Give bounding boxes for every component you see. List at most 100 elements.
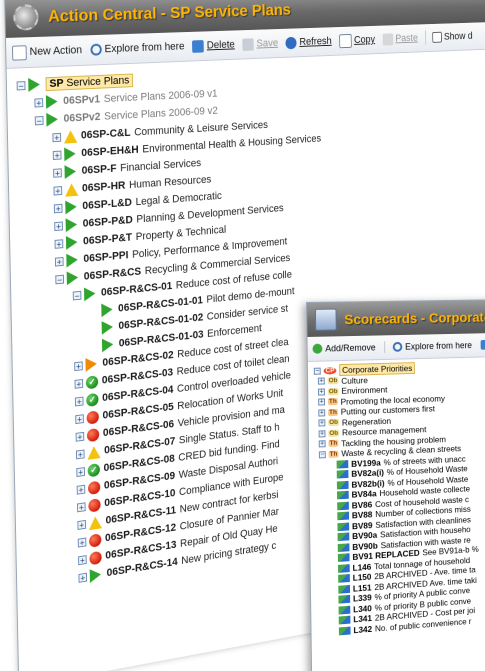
expand-icon[interactable]: + [317,377,325,385]
green-flag-icon [64,146,76,162]
theme-icon: Th [328,408,338,416]
checkbox-icon [432,31,442,43]
plan-code: 06SPv2 [63,111,101,125]
expand-icon[interactable]: + [75,413,84,424]
refresh-button[interactable]: Refresh [285,35,332,49]
collapse-icon[interactable]: − [313,367,321,375]
expand-icon[interactable]: + [75,448,85,460]
tree-root-selected[interactable]: SP Service Plans [45,73,134,92]
collapse-icon[interactable]: − [318,450,326,459]
objective-icon: Ob [327,387,339,396]
expand-icon[interactable]: + [74,396,84,407]
collapse-icon[interactable]: − [55,274,65,285]
add-remove-button[interactable]: Add/Remove [312,342,376,354]
expand-icon[interactable]: + [77,536,87,548]
expand-icon[interactable]: + [54,256,64,267]
new-action-button[interactable]: New Action [11,43,82,61]
expand-icon[interactable]: + [77,501,86,513]
performance-indicator-icon [338,584,351,594]
green-flag-icon [65,199,77,215]
green-flag-icon [66,270,79,286]
explore-button[interactable]: Explore from here [90,41,185,56]
scorecard-root-label[interactable]: Corporate Priorities [339,362,416,377]
warning-triangle-icon [63,129,78,144]
green-flag-icon [101,319,114,335]
scorecards-title-bar[interactable]: Scorecards - Corporate Pri [306,299,485,337]
toolbar-separator [384,341,386,354]
collapse-icon[interactable]: − [72,290,82,301]
expand-icon[interactable]: + [76,466,85,477]
performance-indicator-icon [337,501,349,511]
refresh-icon [480,339,485,350]
scorecard-explore-button[interactable]: Explore from here [392,340,472,352]
performance-indicator-icon [336,480,349,490]
green-flag-icon [45,94,58,109]
expand-icon[interactable]: + [78,572,88,583]
expand-icon[interactable]: + [318,429,326,438]
paste-icon [382,32,393,46]
performance-indicator-icon [337,532,350,542]
red-status-icon [88,532,102,548]
magnifier-icon [392,341,403,352]
check-status-icon: ✓ [85,374,99,389]
expand-icon[interactable]: + [54,238,64,249]
expand-icon[interactable]: + [34,97,44,108]
check-status-icon: ✓ [86,392,99,407]
expand-icon[interactable]: + [318,440,326,448]
expand-icon[interactable]: + [78,554,87,565]
red-status-icon [86,409,99,425]
expand-icon[interactable]: + [318,398,326,406]
expand-icon[interactable]: + [318,409,326,417]
scorecard-label: Culture [341,374,368,386]
performance-indicator-icon [337,543,350,552]
expand-icon[interactable]: + [54,221,63,231]
performance-indicator-icon [337,511,350,521]
scorecards-title: Scorecards - Corporate Pri [344,309,485,328]
corporate-priority-icon: CP [323,366,337,375]
expand-icon[interactable]: + [52,150,62,160]
collapse-icon[interactable]: − [34,115,44,126]
expand-icon[interactable]: + [53,185,63,196]
desktop: Action Central - SP Service Plans New Ac… [0,0,485,671]
plan-code: 06SP-F [81,162,117,177]
performance-indicator-icon [337,522,350,531]
performance-indicator-icon [338,574,350,584]
expand-icon[interactable]: + [53,203,63,214]
scorecard-extra-button[interactable] [480,339,485,350]
expand-icon[interactable]: + [75,431,85,442]
green-flag-icon [64,164,77,179]
expand-icon[interactable]: + [74,378,84,389]
delete-button[interactable]: Delete [192,38,235,53]
expand-icon[interactable]: + [52,132,62,143]
scorecard-tree: − CP Corporate Priorities + Ob Culture + Ob E… [308,356,485,639]
copy-button[interactable]: Copy [339,33,375,48]
theme-icon: Th [328,439,339,448]
indicator-code: BV89 [351,519,373,532]
indicator-code: BV88 [351,509,373,521]
plan-code: 06SPv1 [63,93,101,108]
green-flag-icon [65,235,78,250]
performance-indicator-icon [338,605,351,615]
collapse-icon[interactable]: − [16,80,26,91]
gear-icon [13,4,39,31]
plan-code: 06SP-HR [81,179,126,195]
green-flag-icon [84,286,96,302]
toolbar-separator [424,30,426,45]
save-icon [242,37,255,51]
expand-icon[interactable]: + [74,360,83,371]
expand-icon[interactable]: + [76,484,86,495]
expand-icon[interactable]: + [53,167,62,178]
expand-icon[interactable]: + [317,388,325,396]
performance-indicator-icon [336,470,349,479]
show-checkbox[interactable]: Show d [432,31,473,43]
save-button[interactable]: Save [242,37,279,51]
warning-triangle-icon [64,182,79,197]
paste-label: Paste [395,32,418,45]
expand-icon[interactable]: + [77,519,87,530]
paste-button[interactable]: Paste [382,32,418,46]
red-status-icon [86,427,100,442]
expand-icon[interactable]: + [318,419,326,427]
green-flag-icon [65,217,78,233]
